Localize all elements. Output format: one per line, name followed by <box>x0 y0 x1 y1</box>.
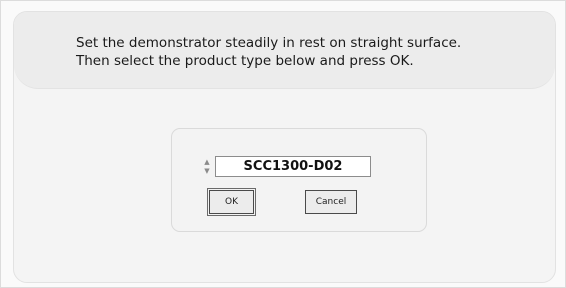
cancel-button[interactable]: Cancel <box>305 190 357 214</box>
spin-up-down-icon[interactable]: ▲ ▼ <box>201 156 213 177</box>
instruction-text: Set the demonstrator steadily in rest on… <box>76 34 536 70</box>
instruction-line-2: Then select the product type below and p… <box>76 53 414 69</box>
dialog-window: Set the demonstrator steadily in rest on… <box>0 0 566 288</box>
spin-down-icon[interactable]: ▼ <box>204 167 209 175</box>
spin-up-icon[interactable]: ▲ <box>204 158 209 166</box>
dialog-frame: Set the demonstrator steadily in rest on… <box>13 11 556 283</box>
product-type-field[interactable]: SCC1300-D02 <box>215 156 371 177</box>
ok-button[interactable]: OK <box>207 188 256 216</box>
instruction-line-1: Set the demonstrator steadily in rest on… <box>76 35 462 51</box>
product-selection-panel: ▲ ▼ SCC1300-D02 OK Cancel <box>171 128 427 232</box>
